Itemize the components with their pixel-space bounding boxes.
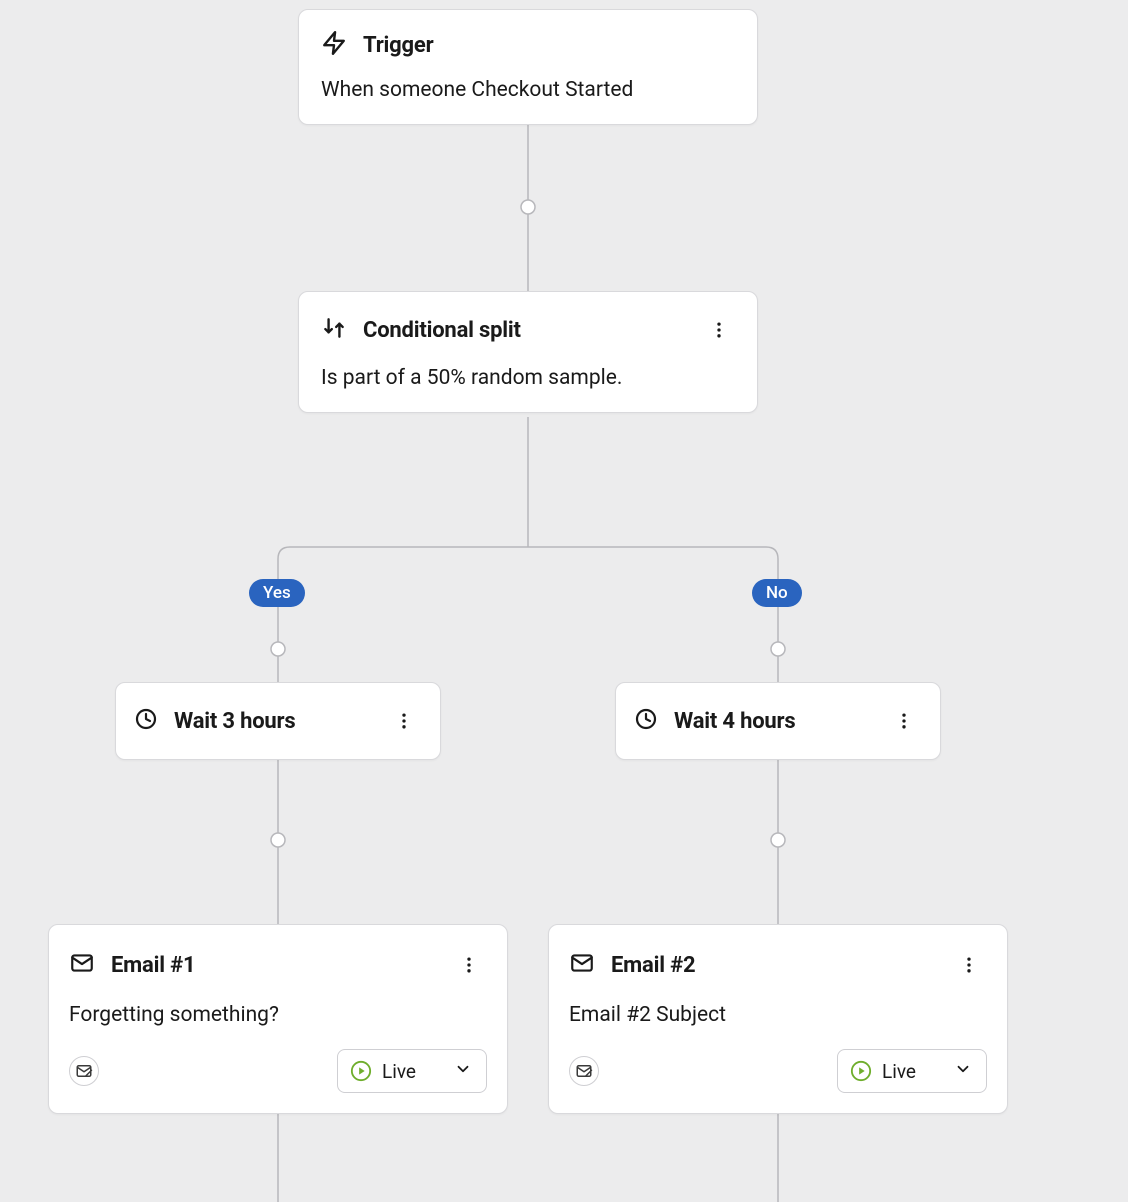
email-yes-subject: Forgetting something?: [69, 1003, 487, 1027]
email-no-subject: Email #2 Subject: [569, 1003, 987, 1027]
wait-node-yes[interactable]: Wait 3 hours: [115, 682, 441, 760]
email-node-no[interactable]: Email #2 Email #2 Subject Live: [548, 924, 1008, 1114]
branch-label-yes: Yes: [249, 579, 305, 607]
chevron-down-icon: [454, 1060, 472, 1083]
clock-icon: [634, 707, 658, 735]
conditional-split-node[interactable]: Conditional split Is part of a 50% rando…: [298, 291, 758, 413]
split-arrows-icon: [321, 315, 347, 345]
conditional-split-menu-button[interactable]: [701, 312, 737, 348]
wait-yes-title: Wait 3 hours: [174, 709, 296, 734]
email-no-title: Email #2: [611, 953, 695, 978]
conditional-split-description: Is part of a 50% random sample.: [321, 366, 737, 390]
email-yes-menu-button[interactable]: [451, 947, 487, 983]
connector-below-email-right: [777, 1108, 779, 1202]
clock-icon: [134, 707, 158, 735]
lightning-icon: [321, 30, 347, 60]
connector-wait-to-email-left: [277, 760, 279, 924]
email-yes-status-label: Live: [382, 1060, 416, 1083]
play-circle-icon: [850, 1060, 872, 1082]
chevron-down-icon: [954, 1060, 972, 1083]
connector-below-email-left: [277, 1108, 279, 1202]
mail-icon: [69, 950, 95, 980]
connector-trigger-to-split: [527, 124, 529, 291]
trigger-description: When someone Checkout Started: [321, 78, 735, 102]
email-yes-status-select[interactable]: Live: [337, 1049, 487, 1093]
trigger-title: Trigger: [363, 33, 433, 58]
email-no-menu-button[interactable]: [951, 947, 987, 983]
wait-yes-menu-button[interactable]: [386, 703, 422, 739]
conditional-split-title: Conditional split: [363, 318, 521, 343]
connector-wait-to-email-right: [777, 760, 779, 924]
branch-label-no: No: [752, 579, 802, 607]
connector-split-branches: [260, 417, 800, 682]
wait-no-title: Wait 4 hours: [674, 709, 796, 734]
email-no-status-label: Live: [882, 1060, 916, 1083]
mail-icon: [569, 950, 595, 980]
trigger-node[interactable]: Trigger When someone Checkout Started: [298, 9, 758, 125]
email-no-status-select[interactable]: Live: [837, 1049, 987, 1093]
email-node-yes[interactable]: Email #1 Forgetting something? Live: [48, 924, 508, 1114]
ab-test-icon[interactable]: [569, 1056, 599, 1086]
ab-test-icon[interactable]: [69, 1056, 99, 1086]
wait-no-menu-button[interactable]: [886, 703, 922, 739]
wait-node-no[interactable]: Wait 4 hours: [615, 682, 941, 760]
email-yes-title: Email #1: [111, 953, 195, 978]
play-circle-icon: [350, 1060, 372, 1082]
